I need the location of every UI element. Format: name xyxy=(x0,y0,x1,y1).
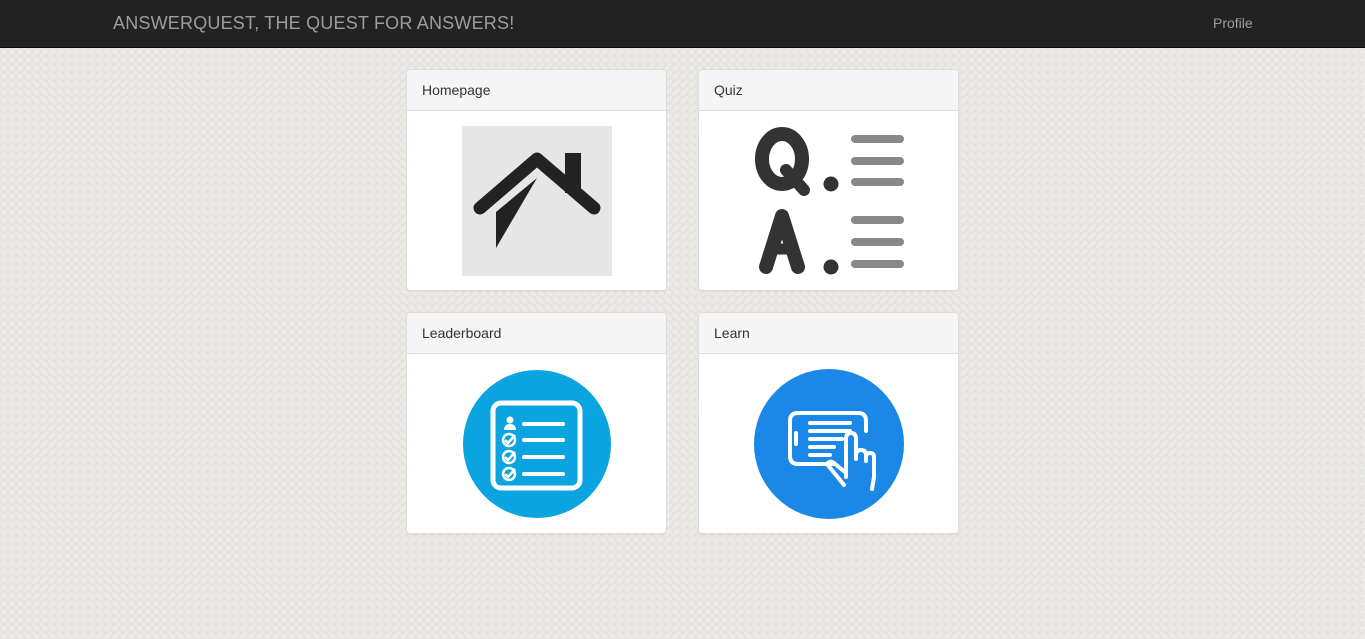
panel-body xyxy=(699,354,958,533)
panel-body xyxy=(407,354,666,533)
house-icon[interactable] xyxy=(462,126,612,276)
homepage-panel[interactable]: Homepage xyxy=(406,69,667,291)
top-navbar: ANSWERQUEST, THE QUEST FOR ANSWERS! Prof… xyxy=(0,0,1365,48)
checklist-icon[interactable] xyxy=(462,369,612,519)
brand-link[interactable]: ANSWERQUEST, THE QUEST FOR ANSWERS! xyxy=(113,13,514,34)
panel-body xyxy=(699,111,958,290)
panel-title: Homepage xyxy=(407,70,666,111)
quiz-panel[interactable]: Quiz xyxy=(698,69,959,291)
qa-icon[interactable] xyxy=(754,126,904,276)
panel-body xyxy=(407,111,666,290)
tablet-touch-icon[interactable] xyxy=(754,369,904,519)
panel-title: Leaderboard xyxy=(407,313,666,354)
leaderboard-panel[interactable]: Leaderboard xyxy=(406,312,667,534)
panel-title: Learn xyxy=(699,313,958,354)
profile-link[interactable]: Profile xyxy=(1213,15,1253,31)
panel-title: Quiz xyxy=(699,70,958,111)
learn-panel[interactable]: Learn xyxy=(698,312,959,534)
